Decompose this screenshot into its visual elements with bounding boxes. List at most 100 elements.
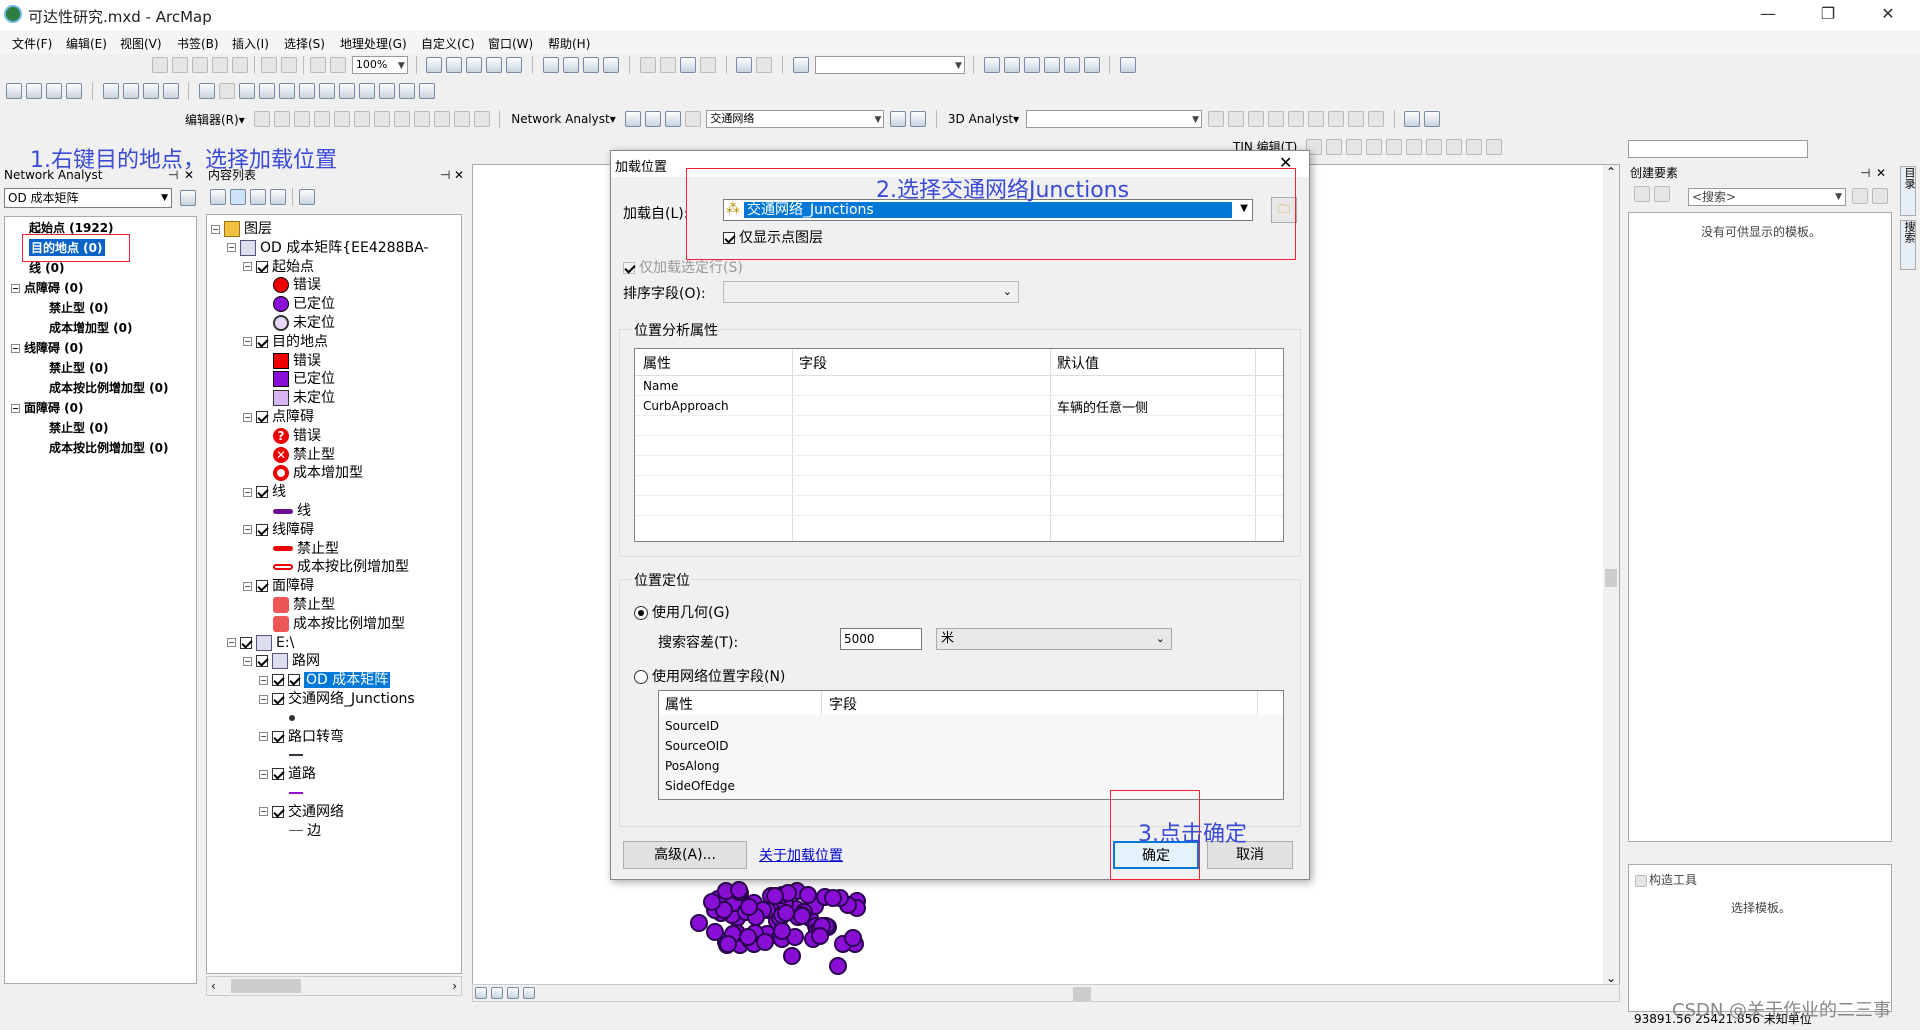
- toc-layer-row[interactable]: 未定位: [273, 313, 335, 333]
- toc-layer-row[interactable]: 未定位: [273, 388, 335, 408]
- expand-icon[interactable]: −: [227, 243, 236, 253]
- expand-icon[interactable]: −: [243, 262, 252, 272]
- print-icon[interactable]: [603, 57, 620, 73]
- visibility-checkbox[interactable]: [240, 636, 252, 649]
- na-point-barriers[interactable]: − 点障碍 (0): [11, 279, 84, 296]
- map-vscrollbar[interactable]: ⌃ ⌄: [1603, 165, 1619, 985]
- toc-layer-row[interactable]: − 交通网络: [259, 802, 344, 822]
- python-icon[interactable]: [1083, 57, 1100, 73]
- search-icon[interactable]: [1852, 188, 1868, 204]
- zoom-combo[interactable]: 100% ▼: [351, 56, 408, 74]
- expand-icon[interactable]: −: [211, 224, 220, 234]
- delete-icon[interactable]: [699, 57, 716, 73]
- data-view-icon[interactable]: [475, 986, 487, 999]
- tin-tool-icon[interactable]: [1366, 138, 1383, 155]
- na-item[interactable]: 成本增加型 (0): [49, 319, 133, 336]
- na-line-barriers[interactable]: − 线障碍 (0): [11, 339, 84, 356]
- tab-catalog[interactable]: 目录: [1900, 166, 1916, 216]
- toc-layer-row[interactable]: − 点障碍: [243, 407, 314, 427]
- toc-layer-row[interactable]: − OD 成本矩阵: [259, 670, 391, 690]
- template-combo[interactable]: [1628, 140, 1808, 158]
- toc-layer-row[interactable]: 禁止型: [273, 539, 339, 559]
- 3d-tool-icon[interactable]: [1267, 111, 1284, 127]
- toc-layer-row[interactable]: [289, 708, 299, 728]
- toc-layer-row[interactable]: ✕ 禁止型: [273, 445, 335, 465]
- toc-layer-row[interactable]: − 面障碍: [243, 576, 314, 596]
- menu-view[interactable]: 视图(V): [120, 35, 162, 52]
- toc-layer-row[interactable]: 错误: [273, 351, 321, 371]
- 3d-layer-combo[interactable]: ▼: [1025, 110, 1202, 128]
- layout-icon[interactable]: [426, 57, 443, 73]
- close-icon[interactable]: ✕: [1868, 4, 1908, 23]
- visibility-checkbox[interactable]: [256, 335, 268, 348]
- select-move-location-icon[interactable]: [664, 111, 681, 127]
- tin-tool-icon[interactable]: [1346, 138, 1363, 155]
- expand-icon[interactable]: −: [259, 675, 268, 685]
- na-polygon-barriers[interactable]: − 面障碍 (0): [11, 399, 84, 416]
- visibility-checkbox[interactable]: [256, 486, 268, 499]
- use-geometry-radio[interactable]: 使用几何(G): [634, 602, 730, 622]
- pan-icon[interactable]: [46, 83, 62, 99]
- visibility-checkbox[interactable]: [256, 523, 268, 536]
- model-builder-icon[interactable]: [1120, 57, 1137, 73]
- na-layer-select[interactable]: OD 成本矩阵 ▼: [4, 188, 172, 208]
- na-item[interactable]: 禁止型 (0): [49, 299, 109, 316]
- visibility-checkbox[interactable]: [256, 655, 268, 668]
- expand-icon[interactable]: −: [259, 694, 268, 704]
- layout-icon[interactable]: [466, 57, 483, 73]
- table-row[interactable]: SourceID: [665, 719, 719, 733]
- tab-search[interactable]: 搜索: [1900, 220, 1916, 270]
- visibility-checkbox[interactable]: [272, 730, 284, 743]
- toc-layer-row[interactable]: − OD 成本矩阵{EE4288BA-: [227, 238, 428, 258]
- tin-tool-icon[interactable]: [1406, 138, 1423, 155]
- toc-layer-row[interactable]: 禁止型: [273, 595, 335, 615]
- filter-icon[interactable]: [1654, 186, 1670, 202]
- toc-layer-row[interactable]: − 线: [243, 482, 286, 502]
- toc-layer-row[interactable]: 成本按比例增加型: [273, 557, 409, 577]
- properties-icon[interactable]: [1872, 188, 1888, 204]
- expand-icon[interactable]: −: [259, 732, 268, 742]
- tool-icon[interactable]: [172, 57, 188, 73]
- build-network-icon[interactable]: [890, 111, 907, 127]
- html-popup-icon[interactable]: [299, 83, 316, 99]
- layout-icon[interactable]: [446, 57, 463, 73]
- fixed-zoom-out-icon[interactable]: [122, 83, 139, 99]
- toc-layer-row[interactable]: 成本增加型: [273, 463, 363, 483]
- tin-tool-icon[interactable]: [1446, 138, 1463, 155]
- search-icon[interactable]: [1043, 57, 1060, 73]
- tool-icon[interactable]: [232, 57, 248, 73]
- close-icon[interactable]: ✕: [454, 166, 464, 184]
- toc-layer-row[interactable]: − 交通网络_Junctions: [259, 689, 415, 709]
- toc-layer-row[interactable]: 已定位: [273, 294, 335, 314]
- tool-icon[interactable]: [330, 57, 346, 73]
- menu-selection[interactable]: 选择(S): [284, 35, 325, 52]
- edit-tool-icon[interactable]: [413, 111, 430, 127]
- edit-tool-icon[interactable]: [393, 111, 410, 127]
- tin-tool-icon[interactable]: [1386, 138, 1403, 155]
- toc-layer-row[interactable]: − 图层: [211, 219, 272, 239]
- menu-help[interactable]: 帮助(H): [548, 35, 590, 52]
- 3d-tool-icon[interactable]: [1367, 111, 1384, 127]
- refresh-icon[interactable]: [507, 986, 519, 999]
- network-analyst-menu[interactable]: Network Analyst▾: [511, 112, 616, 126]
- tin-tool-icon[interactable]: [1426, 138, 1443, 155]
- menu-bookmarks[interactable]: 书签(B): [177, 35, 219, 52]
- toc-layer-row[interactable]: − 路网: [243, 651, 320, 671]
- toc-layer-row[interactable]: 已定位: [273, 369, 335, 389]
- time-slider-icon[interactable]: [399, 83, 416, 99]
- edit-tool-icon[interactable]: [253, 111, 270, 127]
- select-elements-icon[interactable]: [239, 83, 256, 99]
- menu-file[interactable]: 文件(F): [12, 35, 52, 52]
- toc-hscrollbar[interactable]: ‹ ›: [206, 976, 462, 996]
- table-row[interactable]: CurbApproach: [643, 399, 729, 413]
- expand-icon[interactable]: −: [243, 525, 252, 535]
- table-cell[interactable]: 车辆的任意一侧: [1057, 397, 1148, 416]
- template-search-input[interactable]: <搜索> ▼: [1688, 188, 1846, 206]
- full-extent-icon[interactable]: [66, 83, 82, 99]
- na-window-icon[interactable]: [624, 111, 641, 127]
- map-hscroll-thumb[interactable]: [1073, 987, 1091, 1001]
- goto-xy-icon[interactable]: [379, 83, 396, 99]
- expand-icon[interactable]: −: [243, 487, 252, 497]
- globe-icon[interactable]: [1404, 111, 1421, 127]
- tin-tool-icon[interactable]: [1486, 138, 1503, 155]
